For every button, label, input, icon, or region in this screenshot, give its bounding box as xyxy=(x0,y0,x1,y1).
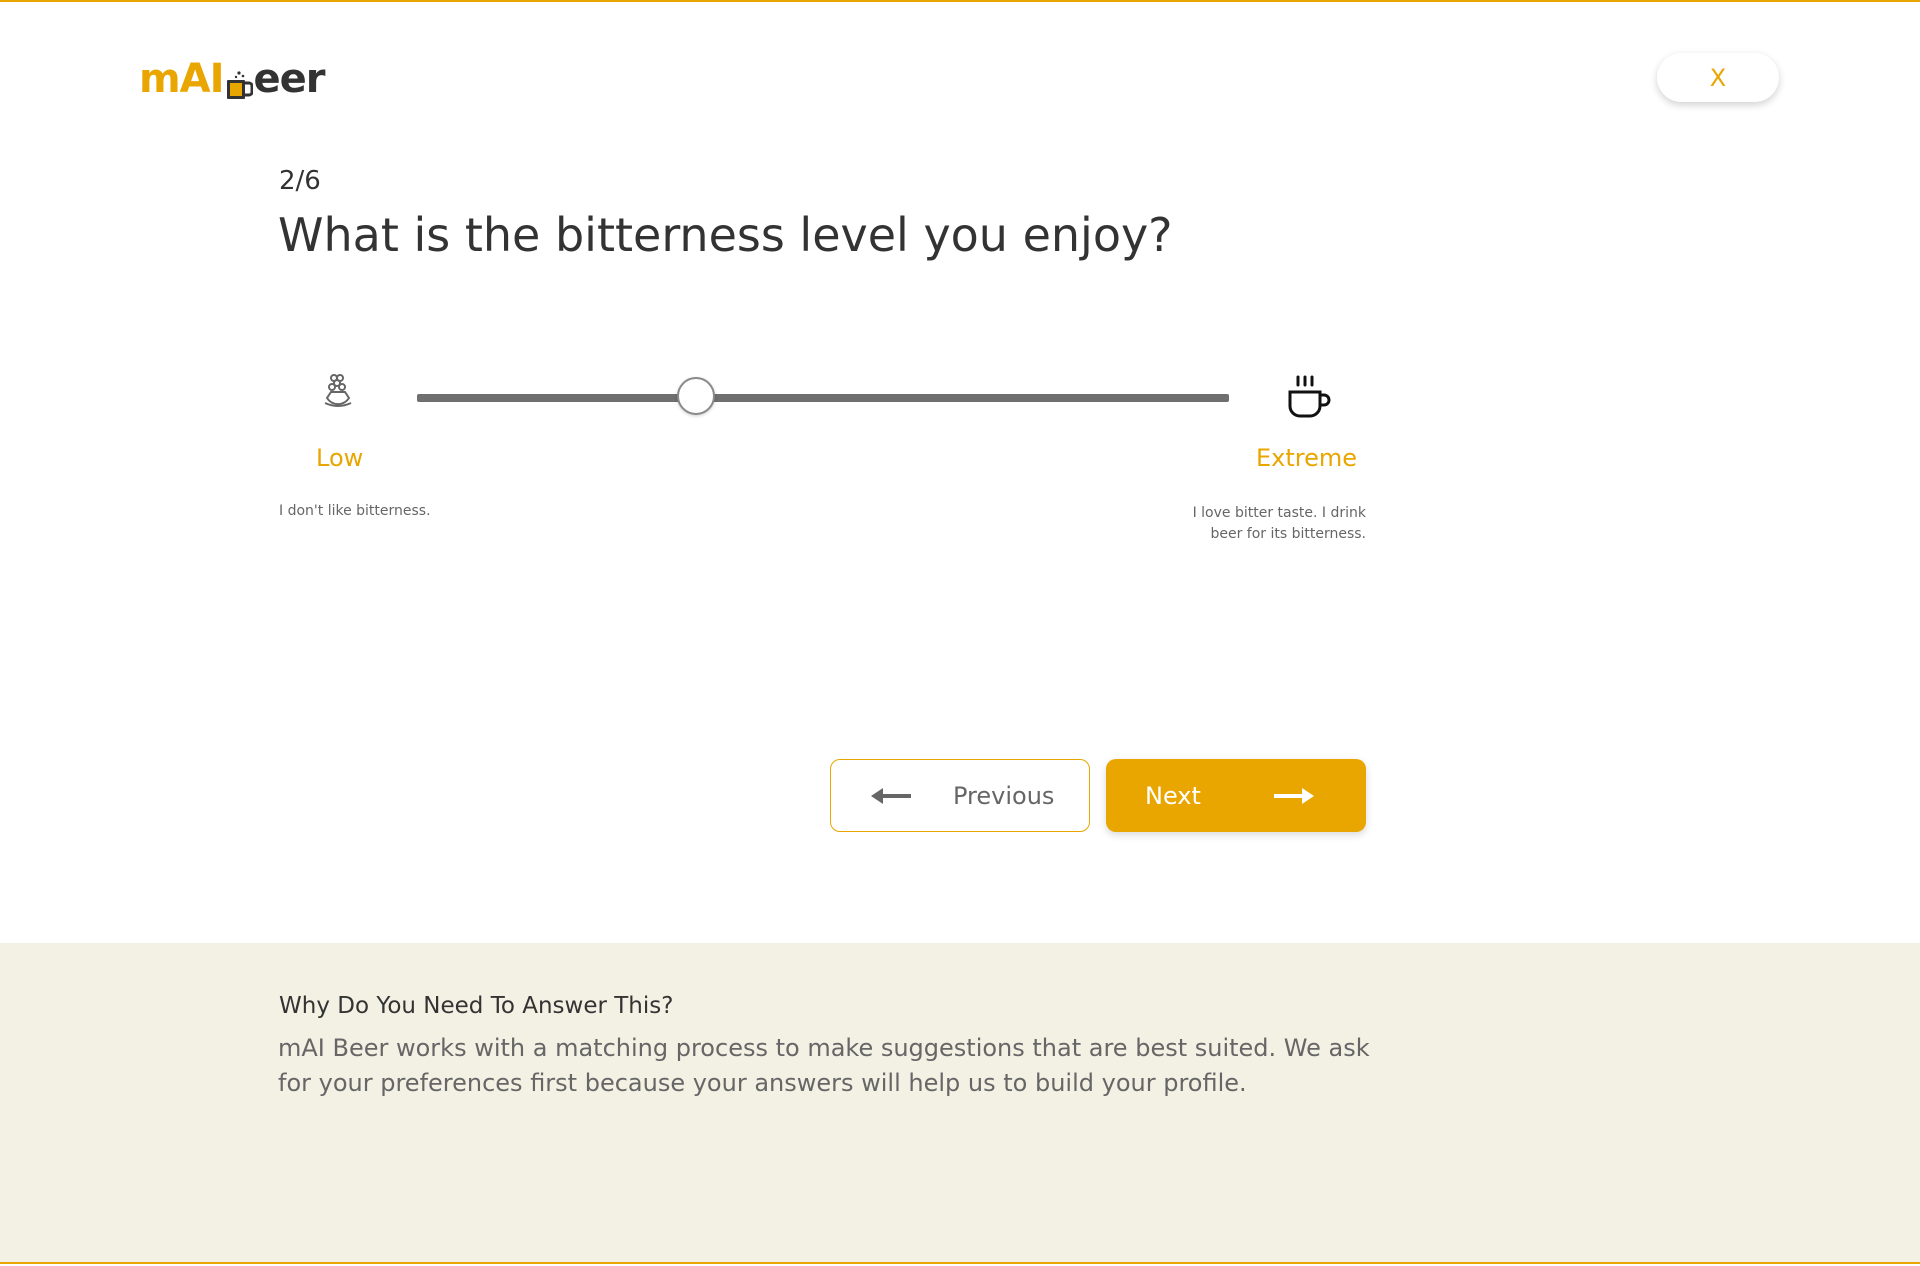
bottom-accent-line xyxy=(0,1262,1920,1264)
logo[interactable]: mAI eer xyxy=(139,52,326,102)
question-title: What is the bitterness level you enjoy? xyxy=(278,208,1173,262)
slider-max-description: I love bitter taste. I drink beer for it… xyxy=(1192,505,1366,542)
coffee-cup-icon xyxy=(1286,374,1334,420)
info-section: Why Do You Need To Answer This? mAI Beer… xyxy=(0,943,1920,1262)
close-button[interactable]: X xyxy=(1657,53,1779,102)
slider-min-description: I don't like bitterness. xyxy=(279,503,431,519)
hop-bowl-icon xyxy=(318,372,358,420)
logo-text-eer: eer xyxy=(253,56,326,102)
bitterness-slider[interactable] xyxy=(417,377,1229,415)
slider-thumb[interactable] xyxy=(677,377,716,415)
next-button[interactable]: Next xyxy=(1106,759,1366,832)
previous-button[interactable]: Previous xyxy=(830,759,1090,832)
beer-mug-icon xyxy=(225,66,254,99)
step-counter: 2/6 xyxy=(279,166,321,196)
arrow-left-icon xyxy=(871,786,915,806)
slider-max-label: Extreme xyxy=(1256,444,1358,472)
info-text: mAI Beer works with a matching process t… xyxy=(278,1034,1370,1097)
logo-text-mai: mAI xyxy=(139,56,225,102)
info-title: Why Do You Need To Answer This? xyxy=(279,993,674,1019)
top-accent-line xyxy=(0,0,1920,2)
arrow-right-icon xyxy=(1270,786,1314,806)
previous-label: Previous xyxy=(953,781,1055,810)
next-label: Next xyxy=(1145,781,1201,810)
slider-min-label: Low xyxy=(316,444,364,472)
